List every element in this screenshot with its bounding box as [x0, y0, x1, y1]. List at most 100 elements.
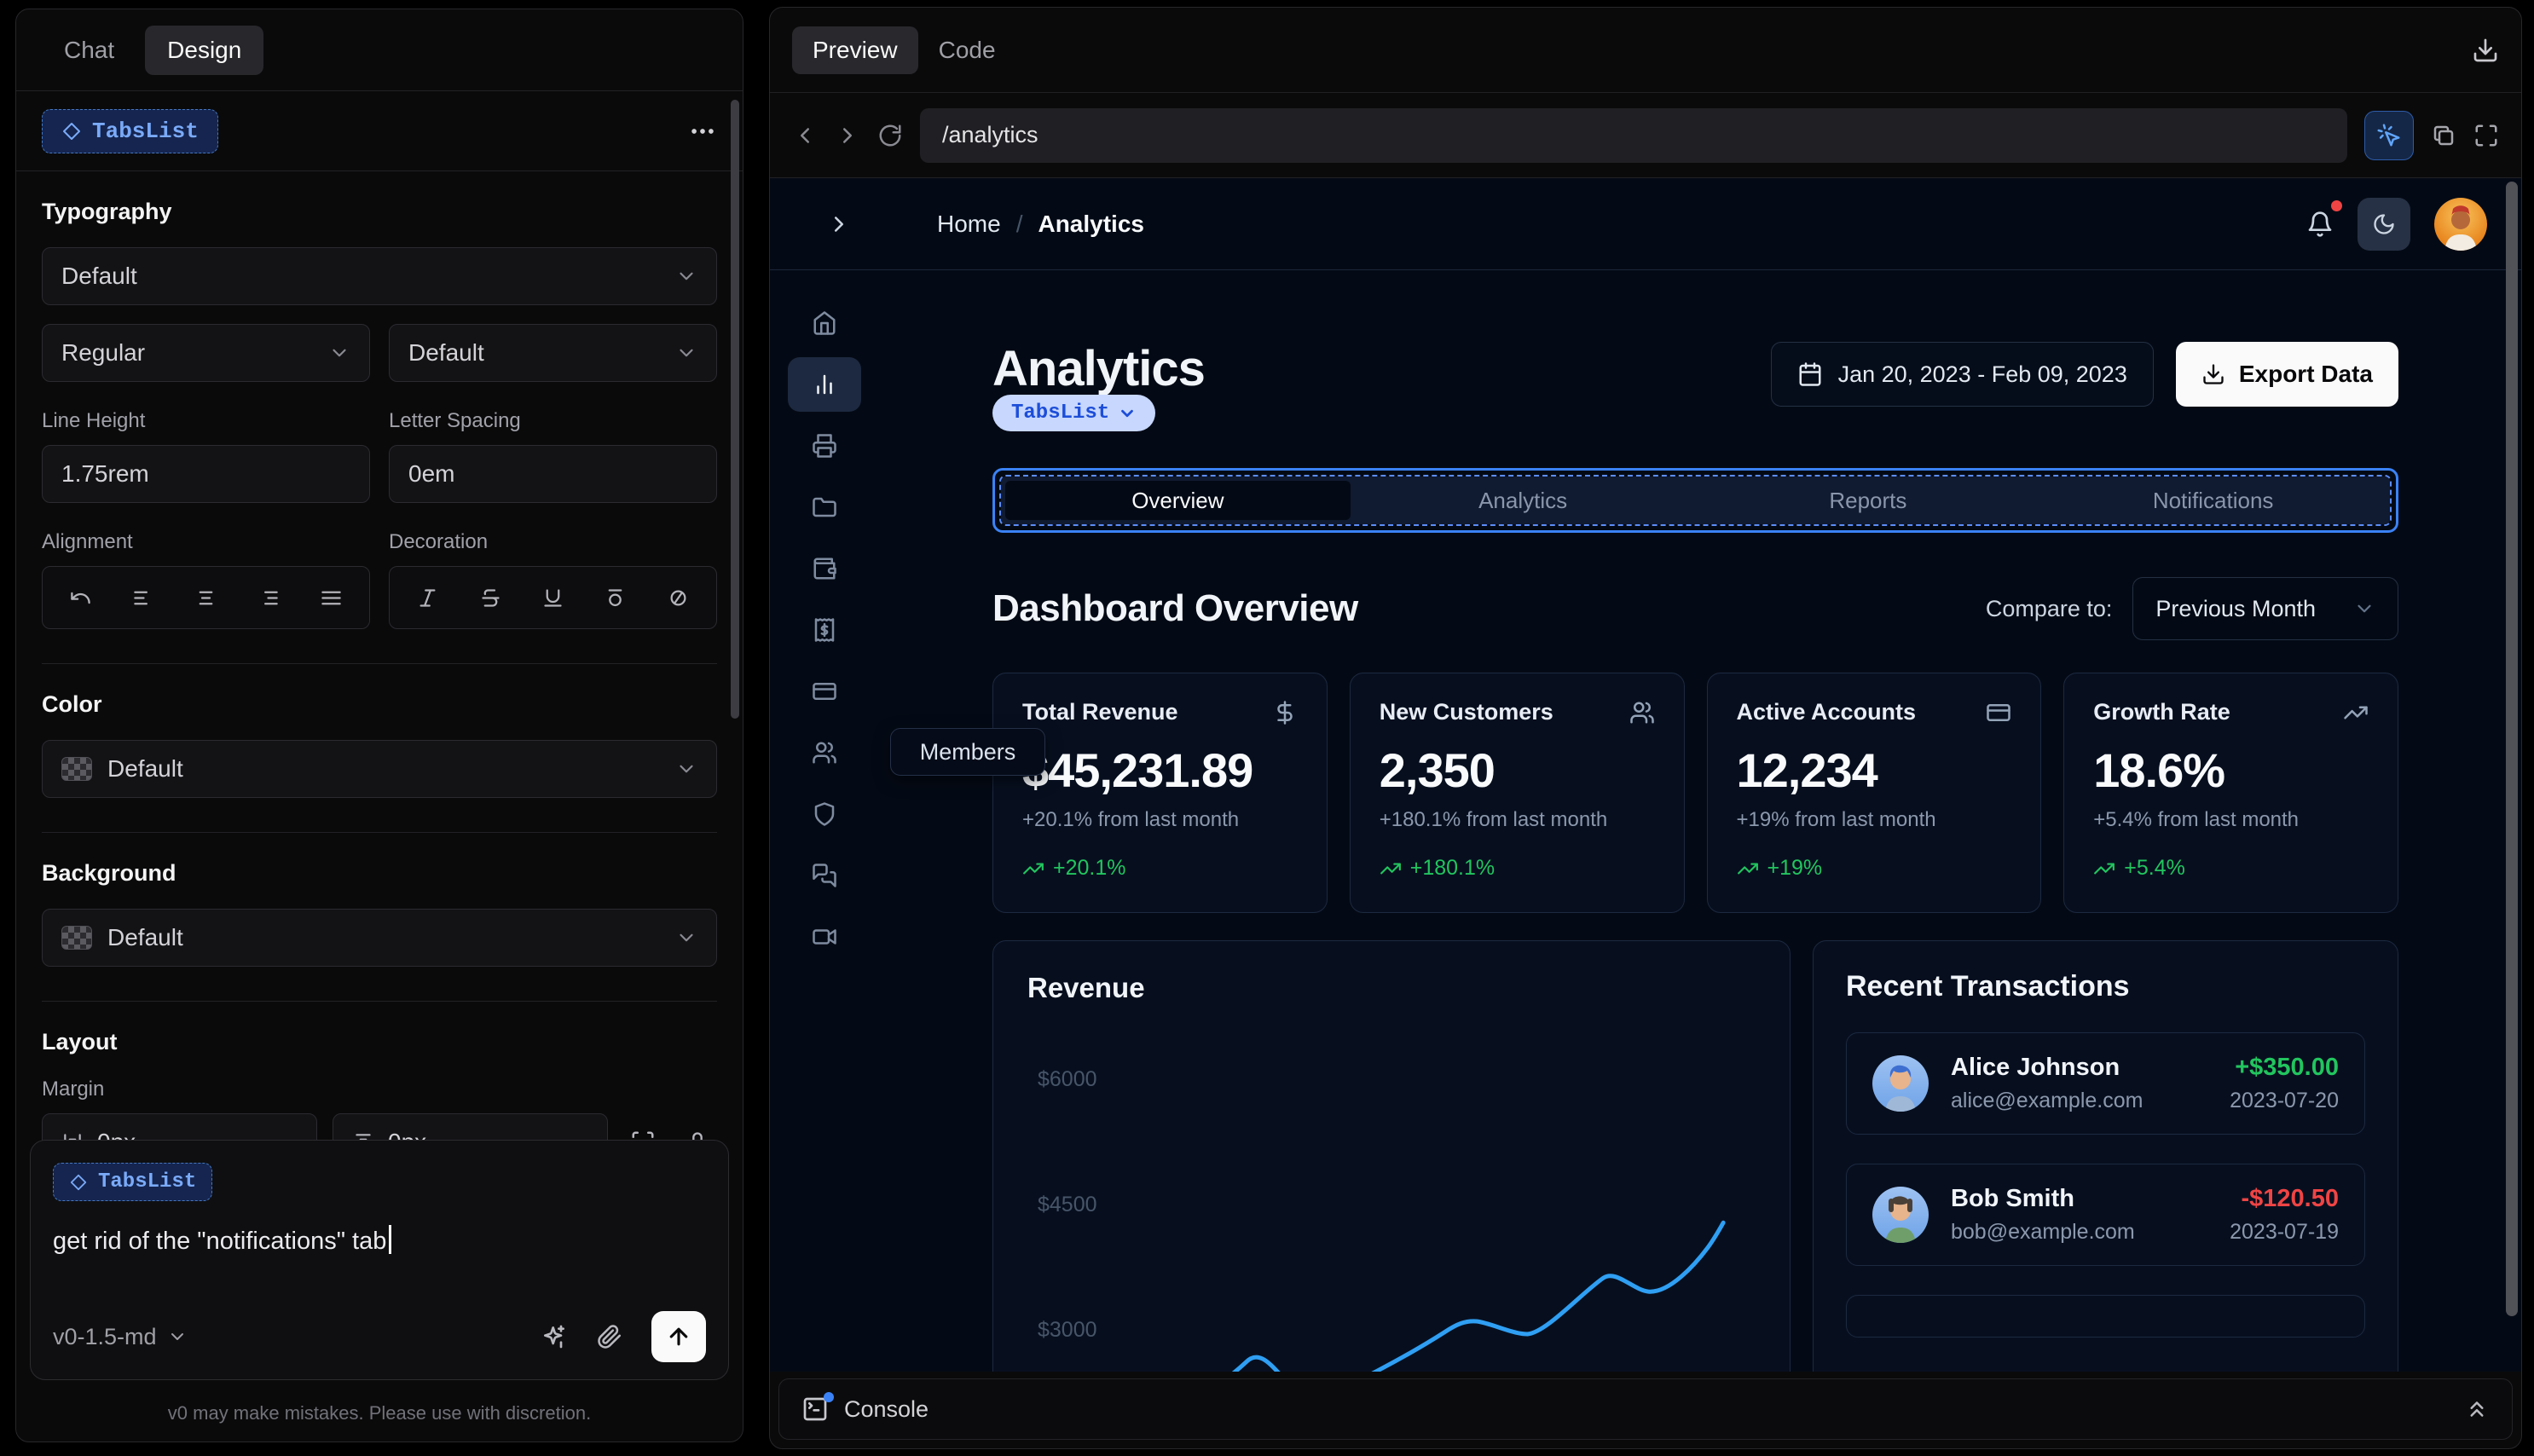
fullscreen-icon[interactable]: [2473, 123, 2499, 148]
date-range-picker[interactable]: Jan 20, 2023 - Feb 09, 2023: [1770, 342, 2154, 407]
letter-spacing-input[interactable]: 0em: [389, 445, 717, 503]
export-data-button[interactable]: Export Data: [2175, 342, 2398, 407]
revenue-chart-card: Revenue $6000 $4500 $3000: [992, 940, 1791, 1372]
trending-up-icon: [2093, 858, 2115, 880]
url-input[interactable]: /analytics: [920, 107, 2347, 163]
selection-chip-label: TabsList: [1011, 402, 1110, 425]
align-right-icon[interactable]: [248, 577, 289, 618]
stat-card-total-revenue: Total Revenue $45,231.89 +20.1% from las…: [992, 673, 1328, 913]
tab-design[interactable]: Design: [145, 25, 264, 75]
breadcrumb-current: Analytics: [1038, 210, 1144, 237]
sidebar-item-reports[interactable]: [788, 419, 861, 473]
chevron-down-icon: [675, 342, 697, 364]
tab-code[interactable]: Code: [918, 26, 1016, 74]
sidebar-item-security[interactable]: [788, 787, 861, 841]
background-select[interactable]: Default: [42, 909, 717, 967]
decoration-label: Decoration: [389, 530, 489, 553]
console-label: Console: [844, 1395, 929, 1422]
align-center-icon[interactable]: [185, 577, 226, 618]
font-weight-select[interactable]: Regular: [42, 324, 370, 382]
color-select[interactable]: Default: [42, 740, 717, 798]
forward-icon[interactable]: [835, 123, 860, 148]
sparkles-icon[interactable]: [541, 1323, 568, 1350]
avatar: [1872, 1187, 1929, 1243]
transactions-title: Recent Transactions: [1846, 970, 2130, 1002]
transaction-row[interactable]: Alice Johnson alice@example.com +$350.00…: [1846, 1032, 2365, 1135]
breadcrumb-home[interactable]: Home: [937, 211, 1001, 238]
send-button[interactable]: [651, 1311, 706, 1362]
app-navbar: Home / Analytics: [770, 178, 2521, 270]
dark-mode-toggle[interactable]: [2358, 197, 2410, 251]
tab-chat[interactable]: Chat: [42, 26, 136, 75]
avatar[interactable]: [2434, 197, 2487, 251]
tab-notifications[interactable]: Notifications: [2040, 481, 2386, 520]
stats-grid: Total Revenue $45,231.89 +20.1% from las…: [992, 673, 2398, 913]
sidebar-item-analytics[interactable]: [788, 357, 861, 412]
tabslist-selection-outline: Overview Analytics Reports Notifications: [992, 468, 2398, 533]
prompt-input[interactable]: get rid of the "notifications" tab: [53, 1225, 706, 1256]
stat-sub: +5.4% from last month: [2093, 808, 2300, 831]
sidebar-item-cards[interactable]: [788, 664, 861, 719]
inspect-icon[interactable]: [2364, 110, 2414, 160]
avatar: [1872, 1055, 1929, 1112]
font-family-select[interactable]: Default: [42, 247, 717, 305]
font-size-select[interactable]: Default: [389, 324, 717, 382]
chevrons-up-icon[interactable]: [2464, 1396, 2490, 1422]
model-select[interactable]: v0-1.5-md: [53, 1324, 188, 1350]
transaction-row[interactable]: Bob Smith bob@example.com -$120.50 2023-…: [1846, 1164, 2365, 1266]
prompt-composer[interactable]: TabsList get rid of the "notifications" …: [30, 1140, 729, 1380]
line-height-input[interactable]: 1.75rem: [42, 445, 370, 503]
chevron-down-icon: [675, 927, 697, 949]
transaction-email: alice@example.com: [1951, 1089, 2143, 1112]
preview-header: Preview Code: [770, 8, 2521, 93]
refresh-icon[interactable]: [877, 123, 903, 148]
align-justify-icon[interactable]: [310, 577, 351, 618]
align-left-icon[interactable]: [123, 577, 164, 618]
back-icon[interactable]: [792, 123, 818, 148]
alignment-group: [42, 566, 370, 629]
paperclip-icon[interactable]: [597, 1324, 622, 1349]
download-icon[interactable]: [2472, 37, 2499, 64]
bell-icon[interactable]: [2306, 199, 2342, 238]
italic-icon[interactable]: [408, 577, 448, 618]
undo-icon[interactable]: [61, 577, 101, 618]
sidebar-item-home[interactable]: [788, 296, 861, 350]
sidebar-item-wallet[interactable]: [788, 541, 861, 596]
composer-component-chip[interactable]: TabsList: [53, 1163, 213, 1201]
underline-icon[interactable]: [532, 577, 573, 618]
no-decoration-icon[interactable]: [657, 577, 698, 618]
chevron-down-icon: [2358, 604, 2371, 613]
viewport-scrollbar[interactable]: [2506, 182, 2518, 1363]
sidebar-item-files[interactable]: [788, 480, 861, 534]
stat-sub: +180.1% from last month: [1379, 808, 1608, 831]
stat-title: Growth Rate: [2093, 699, 2230, 725]
sidebar-item-video[interactable]: [788, 910, 861, 964]
panel-scrollbar[interactable]: [731, 100, 739, 719]
chevron-right-icon[interactable]: [826, 211, 852, 237]
sidebar-item-invoices[interactable]: [788, 603, 861, 657]
overline-icon[interactable]: [595, 577, 636, 618]
chevron-down-icon: [675, 758, 697, 780]
app-sidebar: [770, 270, 879, 1372]
transaction-row[interactable]: [1846, 1295, 2365, 1338]
tab-overview[interactable]: Overview: [1005, 481, 1351, 520]
sidebar-item-members[interactable]: [788, 725, 861, 780]
tab-analytics[interactable]: Analytics: [1351, 481, 1696, 520]
stat-trend-value: +180.1%: [1409, 856, 1496, 880]
browser-toolbar: /analytics: [770, 93, 2521, 178]
console-bar[interactable]: Console: [778, 1378, 2513, 1440]
diamond-icon: [61, 121, 82, 142]
color-section: Color Default: [42, 664, 717, 833]
tab-preview[interactable]: Preview: [792, 26, 918, 74]
copy-icon[interactable]: [2431, 123, 2456, 148]
model-name: v0-1.5-md: [53, 1323, 157, 1349]
strikethrough-icon[interactable]: [470, 577, 511, 618]
component-badge[interactable]: TabsList: [42, 108, 218, 153]
ellipsis-icon[interactable]: [688, 117, 717, 146]
tab-reports[interactable]: Reports: [1696, 481, 2041, 520]
component-badge-label: TabsList: [92, 118, 199, 144]
chevron-down-icon: [675, 265, 697, 287]
sidebar-item-messages[interactable]: [788, 848, 861, 903]
compare-select[interactable]: Previous Month: [2132, 577, 2398, 640]
selection-chip[interactable]: TabsList: [992, 395, 1156, 431]
